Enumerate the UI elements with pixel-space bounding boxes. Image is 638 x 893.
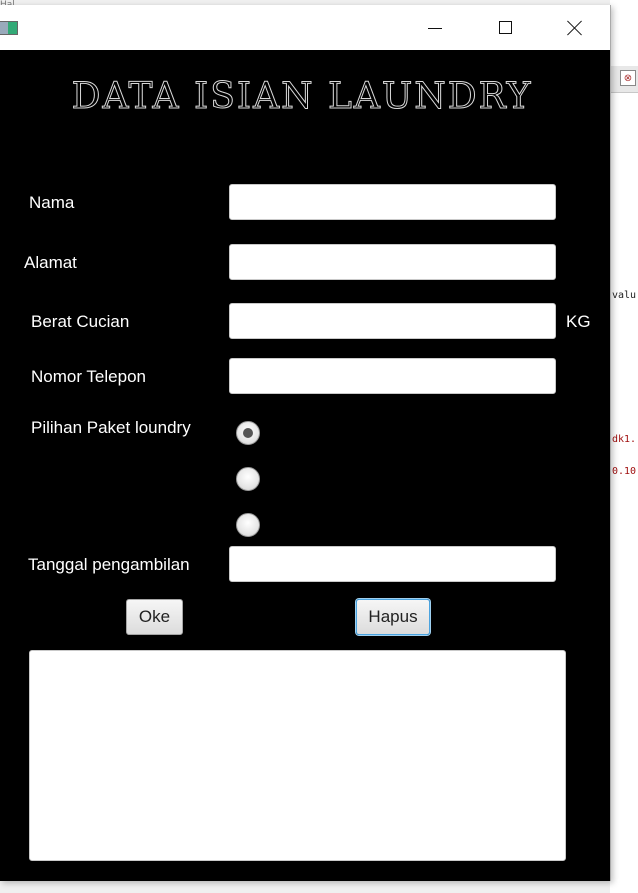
maximize-button[interactable] (470, 5, 540, 50)
oke-button[interactable]: Oke (126, 599, 183, 635)
title-bar[interactable] (0, 5, 610, 50)
background-editor (610, 0, 638, 893)
close-icon (567, 20, 583, 36)
background-code-line: valu (612, 290, 637, 301)
paket-radio-3[interactable] (236, 513, 260, 537)
nama-label: Nama (29, 193, 75, 212)
kg-unit-label: KG (566, 312, 591, 331)
nomor-telepon-field[interactable] (229, 358, 556, 394)
output-textarea[interactable] (29, 650, 566, 861)
tanggal-pengambilan-label: Tanggal pengambilan (28, 555, 190, 574)
paket-radio-1[interactable] (236, 421, 260, 445)
background-code-line: 0.10 (612, 466, 637, 477)
minimize-button[interactable] (400, 5, 470, 50)
tanggal-pengambilan-field[interactable] (229, 546, 556, 582)
app-icon (0, 21, 18, 35)
nomor-telepon-label: Nomor Telepon (31, 367, 146, 386)
nama-field[interactable] (229, 184, 556, 220)
background-code-line: dk1. (612, 434, 637, 445)
alamat-field[interactable] (229, 244, 556, 280)
berat-cucian-label: Berat Cucian (31, 312, 130, 331)
maximize-icon (498, 21, 512, 34)
berat-cucian-field[interactable] (229, 303, 556, 339)
toolbar-tool-icon[interactable]: ⊗ (620, 70, 636, 86)
minimize-icon (428, 28, 442, 29)
paket-label: Pilihan Paket loundry (31, 418, 191, 437)
paket-radio-2[interactable] (236, 467, 260, 491)
form-panel: DATA ISIAN LAUNDRY Nama Alamat Berat Cuc… (0, 50, 610, 881)
laundry-window: DATA ISIAN LAUNDRY Nama Alamat Berat Cuc… (0, 5, 611, 881)
page-title: DATA ISIAN LAUNDRY (71, 76, 533, 118)
close-button[interactable] (540, 5, 610, 50)
hapus-button[interactable]: Hapus (356, 599, 430, 635)
alamat-label: Alamat (24, 253, 77, 272)
